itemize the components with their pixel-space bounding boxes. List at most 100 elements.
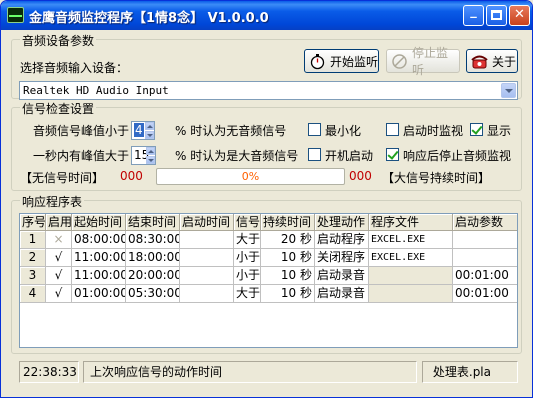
- col-header-no[interactable]: 序号: [20, 214, 46, 231]
- duration-cell[interactable]: 20 秒: [261, 231, 315, 249]
- response-group-title: 响应程序表: [20, 193, 85, 210]
- signal-progress-bar: 0%: [156, 168, 345, 185]
- action-cell[interactable]: 启动程序: [315, 231, 369, 249]
- minimize-checkbox[interactable]: [308, 123, 321, 136]
- params-cell[interactable]: [453, 249, 517, 267]
- row-number[interactable]: 3: [20, 267, 46, 285]
- row-number[interactable]: 1: [20, 231, 46, 249]
- response-table[interactable]: 序号 启用 起始时间 结束时间 启动时间 信号 持续时间 处理动作 程序文件 启…: [19, 213, 518, 348]
- launch-time-cell[interactable]: [180, 285, 234, 303]
- peak-value[interactable]: 4: [134, 123, 144, 137]
- col-header-file[interactable]: 程序文件: [369, 214, 453, 231]
- stop-after-checkbox[interactable]: [386, 148, 399, 161]
- display-checkbox[interactable]: [470, 123, 483, 136]
- device-dropdown-value: Realtek HD Audio Input: [23, 84, 169, 97]
- end-time-cell[interactable]: 08:30:00: [126, 231, 180, 249]
- start-time-cell[interactable]: 08:00:00: [72, 231, 126, 249]
- col-header-duration[interactable]: 持续时间: [261, 214, 315, 231]
- start-time-cell[interactable]: 11:00:00: [72, 249, 126, 267]
- peak-label: 音频信号峰值小于: [33, 124, 130, 138]
- table-row[interactable]: 3 √ 11:00:00 20:00:00 小于 10 秒 启动录音 00:01…: [20, 267, 517, 285]
- device-select-label: 选择音频输入设备：: [20, 61, 129, 75]
- enabled-cell[interactable]: √: [46, 249, 72, 267]
- signal-cell[interactable]: 大于: [234, 231, 261, 249]
- start-monitor-checkbox[interactable]: [386, 123, 399, 136]
- col-header-signal[interactable]: 信号: [234, 214, 261, 231]
- launch-time-cell[interactable]: [180, 231, 234, 249]
- autostart-checkbox-label: 开机启动: [325, 149, 374, 163]
- enabled-cell[interactable]: ×: [46, 231, 72, 249]
- table-row[interactable]: 1 × 08:00:00 08:30:00 大于 20 秒 启动程序 EXCEL…: [20, 231, 517, 249]
- signal-cell[interactable]: 小于: [234, 249, 261, 267]
- about-button[interactable]: 关于: [466, 49, 518, 73]
- stop-after-checkbox-label: 响应后停止音频监视: [403, 149, 512, 163]
- end-time-cell[interactable]: 18:00:00: [126, 249, 180, 267]
- file-cell[interactable]: [369, 285, 453, 303]
- launch-time-cell[interactable]: [180, 249, 234, 267]
- end-time-cell[interactable]: 05:30:00: [126, 285, 180, 303]
- app-icon: [7, 7, 24, 23]
- enabled-cell[interactable]: √: [46, 285, 72, 303]
- col-header-params[interactable]: 启动参数: [453, 214, 517, 231]
- table-row[interactable]: 2 √ 11:00:00 18:00:00 小于 10 秒 关闭程序 EXCEL…: [20, 249, 517, 267]
- signal-cell[interactable]: 大于: [234, 285, 261, 303]
- duration-cell[interactable]: 10 秒: [261, 267, 315, 285]
- maximize-button[interactable]: [486, 5, 507, 26]
- peak-spinner[interactable]: 4: [131, 121, 155, 140]
- title-bar[interactable]: 金鹰音频监控程序【1情8念】 V1.0.0.0 _ ✕: [1, 1, 532, 30]
- status-time: 22:38:33: [19, 361, 79, 383]
- autostart-checkbox[interactable]: [308, 148, 321, 161]
- col-header-end[interactable]: 结束时间: [126, 214, 180, 231]
- start-time-cell[interactable]: 11:00:00: [72, 267, 126, 285]
- params-cell[interactable]: [453, 231, 517, 249]
- status-bar: 22:38:33 上次响应信号的动作时间 处理表.pla: [1, 360, 532, 397]
- action-cell[interactable]: 启动录音: [315, 267, 369, 285]
- params-cell[interactable]: 00:01:00: [453, 285, 517, 303]
- stop-icon: [391, 53, 408, 70]
- close-icon: ✕: [514, 7, 525, 22]
- status-file: 处理表.pla: [422, 361, 518, 383]
- chevron-down-icon[interactable]: [501, 83, 516, 98]
- table-header: 序号 启用 起始时间 结束时间 启动时间 信号 持续时间 处理动作 程序文件 启…: [20, 214, 517, 231]
- spin-down-icon[interactable]: [145, 131, 154, 139]
- count-label: 一秒内有峰值大于: [33, 149, 130, 163]
- duration-cell[interactable]: 10 秒: [261, 285, 315, 303]
- end-time-cell[interactable]: 20:00:00: [126, 267, 180, 285]
- display-checkbox-label: 显示: [487, 124, 512, 138]
- spin-up-icon[interactable]: [146, 147, 155, 155]
- enabled-cell[interactable]: √: [46, 267, 72, 285]
- file-cell[interactable]: EXCEL.EXE: [369, 231, 453, 249]
- launch-time-cell[interactable]: [180, 267, 234, 285]
- signal-group-title: 信号检查设置: [20, 100, 97, 117]
- file-cell[interactable]: [369, 267, 453, 285]
- spin-down-icon[interactable]: [146, 156, 155, 164]
- action-cell[interactable]: 启动录音: [315, 285, 369, 303]
- file-cell[interactable]: EXCEL.EXE: [369, 249, 453, 267]
- spin-up-icon[interactable]: [145, 122, 154, 130]
- main-window: 金鹰音频监控程序【1情8念】 V1.0.0.0 _ ✕ 音频设备参数 选择音频输…: [0, 0, 533, 398]
- minimize-button[interactable]: _: [463, 4, 484, 26]
- col-header-launch[interactable]: 启动时间: [180, 214, 234, 231]
- start-time-cell[interactable]: 01:00:00: [72, 285, 126, 303]
- signal-cell[interactable]: 小于: [234, 267, 261, 285]
- window-title: 金鹰音频监控程序【1情8念】 V1.0.0.0: [29, 11, 269, 26]
- params-cell[interactable]: 00:01:00: [453, 267, 517, 285]
- row-number[interactable]: 4: [20, 285, 46, 303]
- device-dropdown[interactable]: Realtek HD Audio Input: [19, 81, 518, 100]
- count-spinner[interactable]: 15: [131, 146, 156, 165]
- stop-listen-button[interactable]: 停止监听: [386, 46, 460, 77]
- col-header-start[interactable]: 起始时间: [72, 214, 126, 231]
- table-row[interactable]: 4 √ 01:00:00 05:30:00 大于 10 秒 启动录音 00:01…: [20, 285, 517, 303]
- close-button[interactable]: ✕: [509, 5, 530, 26]
- no-signal-time-value: 000: [120, 169, 143, 183]
- row-number[interactable]: 2: [20, 249, 46, 267]
- col-header-enabled[interactable]: 启用: [46, 214, 72, 231]
- stop-listen-label: 停止监听: [412, 46, 449, 77]
- action-cell[interactable]: 关闭程序: [315, 249, 369, 267]
- no-signal-time-label: 【无信号时间】: [20, 171, 105, 185]
- big-signal-time-label: 【大信号持续时间】: [382, 171, 491, 185]
- col-header-action[interactable]: 处理动作: [315, 214, 369, 231]
- duration-cell[interactable]: 10 秒: [261, 249, 315, 267]
- peak-suffix: % 时认为无音频信号: [175, 124, 287, 138]
- start-listen-button[interactable]: 开始监听: [304, 49, 379, 73]
